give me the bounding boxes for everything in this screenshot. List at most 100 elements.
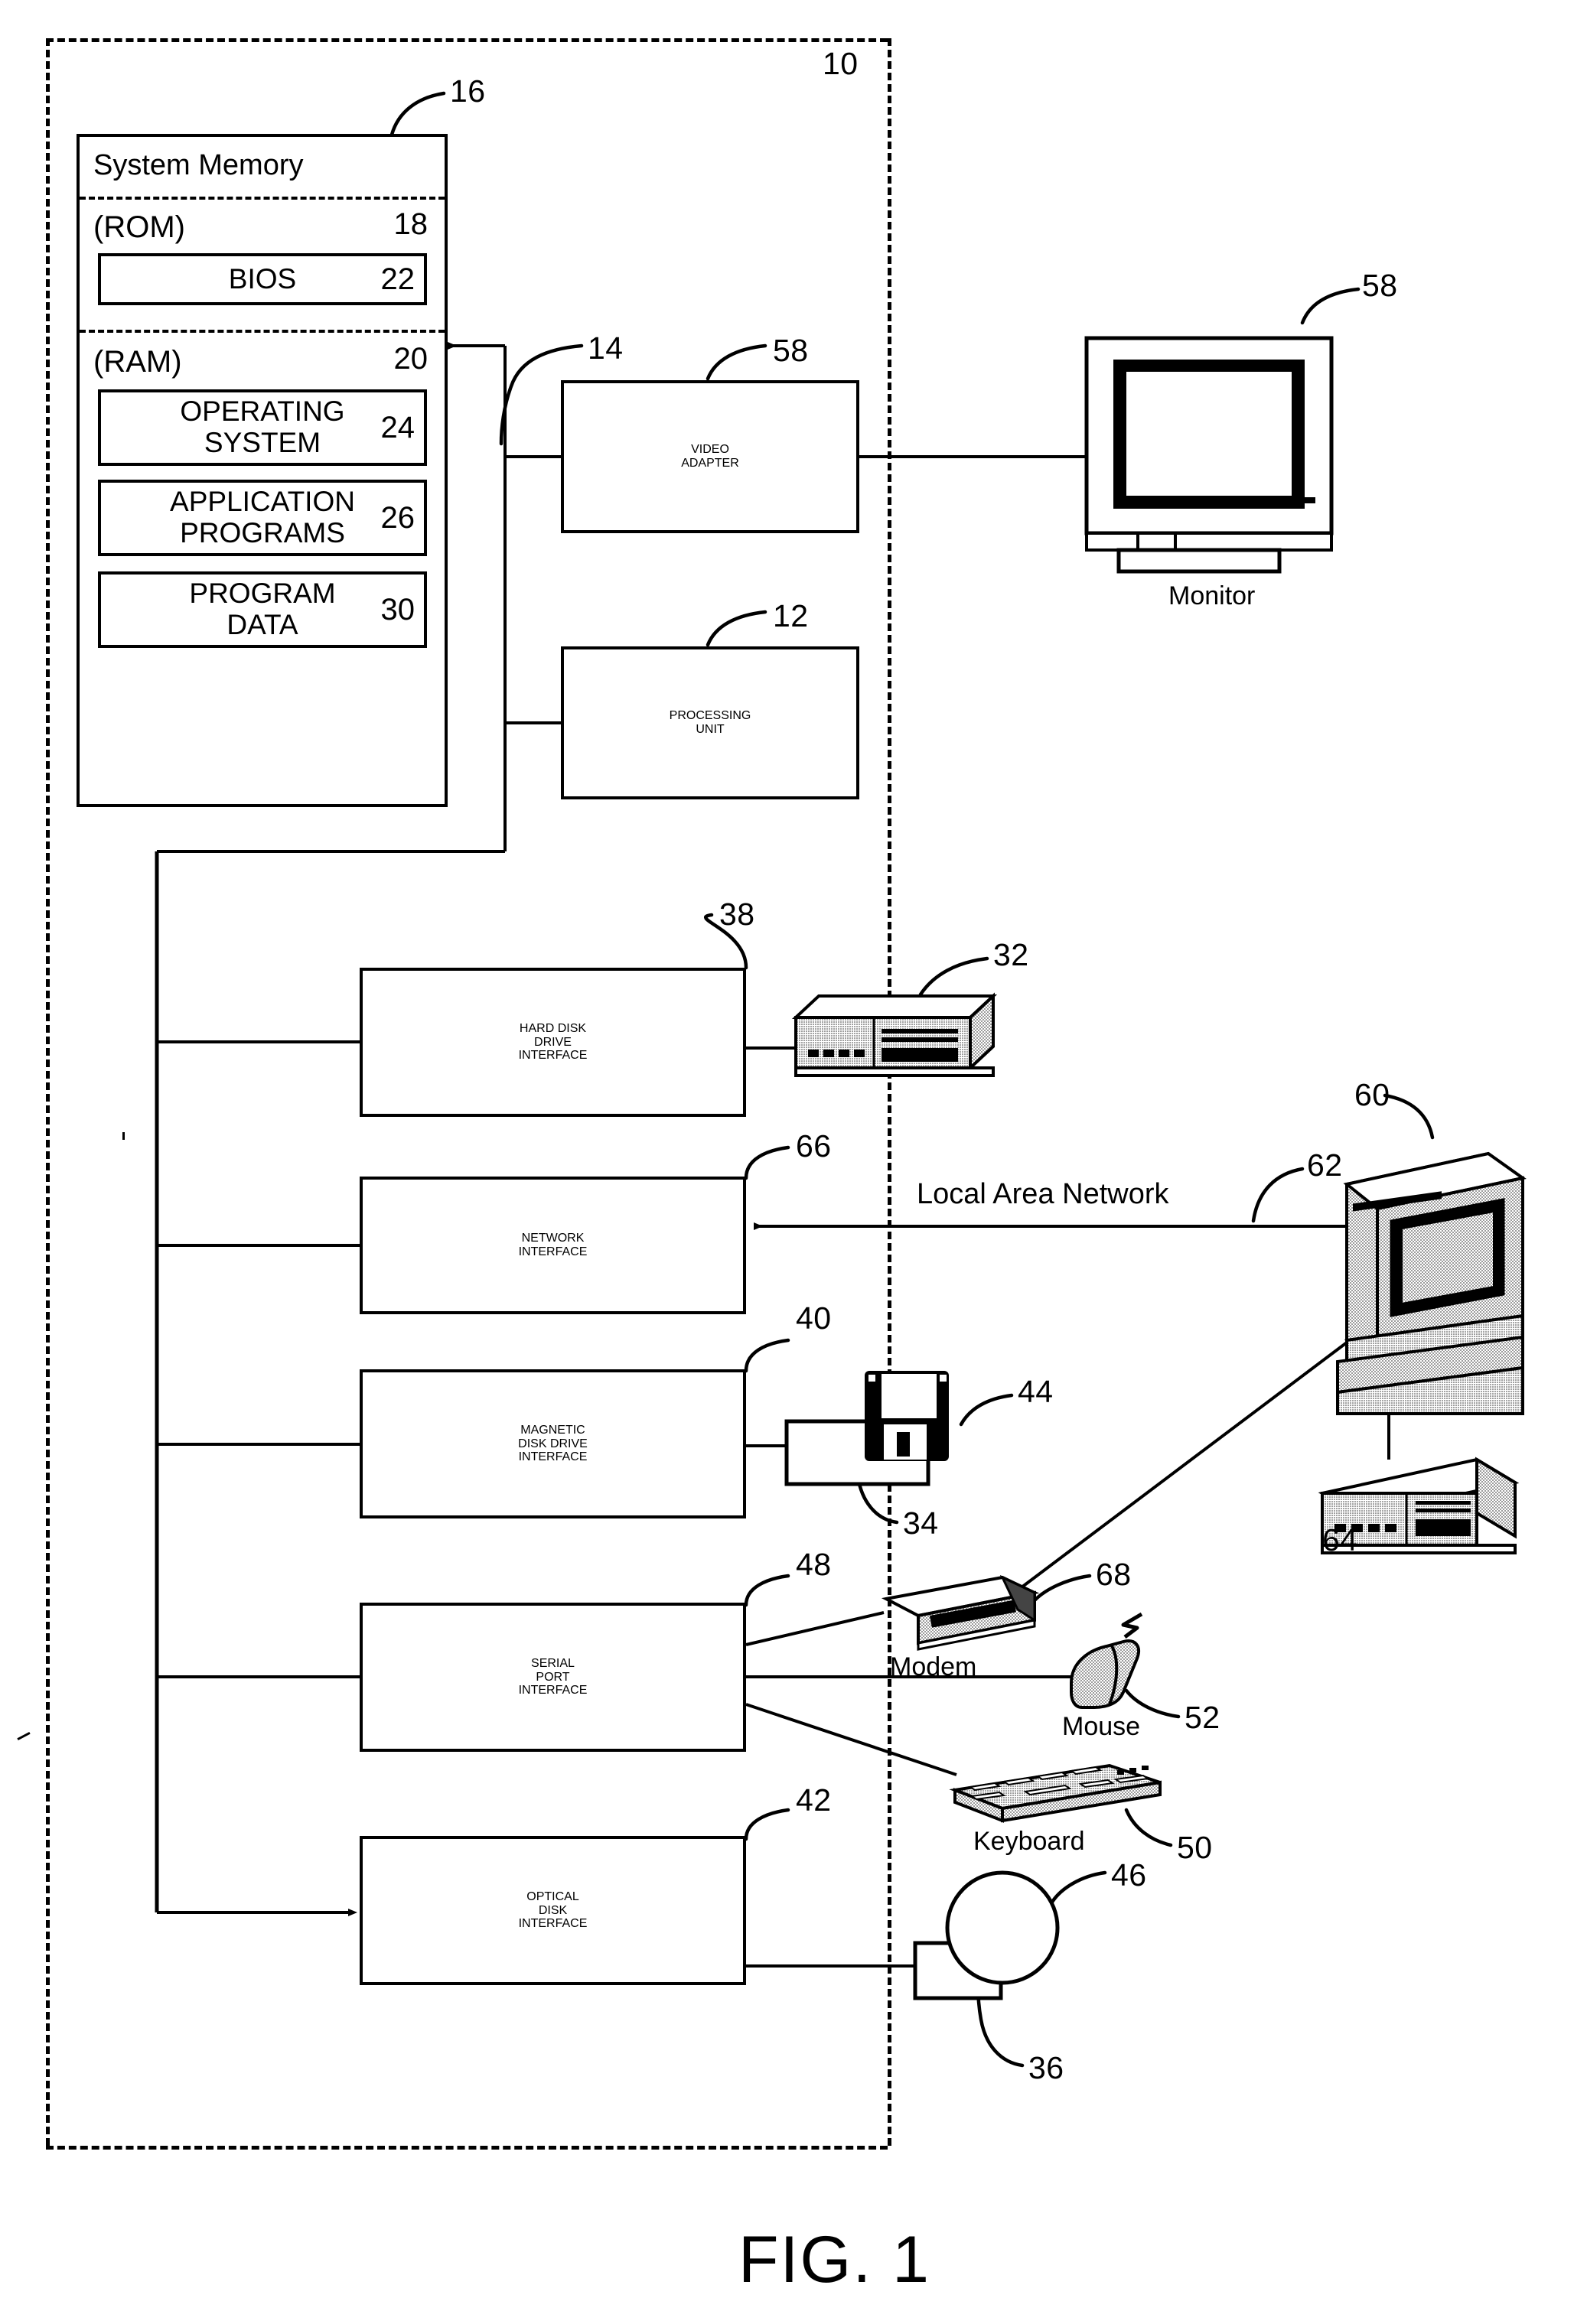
- keyboard-label: Keyboard: [973, 1827, 1085, 1856]
- ref-ram-20: 20: [393, 342, 429, 376]
- os-line-1: OPERATING: [180, 395, 345, 428]
- monitor-label: Monitor: [1168, 581, 1256, 610]
- app-line-2: PROGRAMS: [180, 517, 345, 548]
- ref-keyboard-50: 50: [1177, 1830, 1213, 1865]
- ref-network-interface-66: 66: [796, 1128, 832, 1164]
- program-data-block: PROGRAM DATA 30: [98, 571, 427, 648]
- video-adapter-line-2: ADAPTER: [681, 457, 739, 470]
- hard-disk-drive-graphic: [791, 992, 998, 1077]
- system-boundary-top: [46, 38, 888, 42]
- ref-floppy-disk-44: 44: [1018, 1374, 1054, 1409]
- odi-line-1: OPTICAL: [526, 1889, 579, 1903]
- serial-port-interface-label: SERIAL PORT INTERFACE: [519, 1657, 588, 1698]
- ref-video-adapter-58: 58: [773, 333, 809, 368]
- os-line-2: SYSTEM: [204, 427, 321, 458]
- spi-line-1: SERIAL: [531, 1656, 575, 1670]
- ref-bus-14: 14: [588, 330, 624, 366]
- hdd-line-1: HARD DISK: [519, 1021, 587, 1035]
- pd-line-2: DATA: [226, 609, 298, 640]
- video-adapter-label: VIDEO ADAPTER: [681, 443, 739, 470]
- processing-unit-label: PROCESSING UNIT: [670, 709, 751, 737]
- video-adapter-line-1: VIDEO: [691, 443, 729, 457]
- rom-label: (ROM): [93, 210, 185, 244]
- system-boundary-right: [888, 38, 891, 2146]
- network-interface-block: NETWORK INTERFACE: [360, 1177, 746, 1314]
- ref-monitor-58: 58: [1362, 268, 1398, 303]
- ref-hard-disk-interface-38: 38: [719, 897, 755, 932]
- ref-operating-system-24: 24: [380, 411, 415, 444]
- memory-divider-rom: [80, 197, 445, 200]
- processing-unit-line-1: PROCESSING: [669, 709, 751, 723]
- system-memory-title: System Memory: [93, 149, 304, 181]
- magnetic-disk-interface-label: MAGNETIC DISK DRIVE INTERFACE: [518, 1424, 588, 1465]
- mdd-line-2: DISK DRIVE: [518, 1437, 588, 1450]
- video-adapter-block: VIDEO ADAPTER: [561, 380, 859, 533]
- system-boundary-left: [46, 38, 50, 2146]
- ref-processing-unit-12: 12: [773, 598, 809, 633]
- ref-mouse-52: 52: [1185, 1700, 1220, 1735]
- net-line-1: NETWORK: [521, 1232, 585, 1245]
- optical-disk-interface-label: OPTICAL DISK INTERFACE: [519, 1890, 588, 1932]
- net-line-2: INTERFACE: [518, 1245, 588, 1258]
- mdd-line-1: MAGNETIC: [520, 1423, 585, 1437]
- ref-remote-computer-60: 60: [1354, 1077, 1390, 1112]
- application-programs-block: APPLICATION PROGRAMS 26: [98, 480, 427, 556]
- memory-divider-ram: [80, 330, 445, 333]
- edge-tick-mark-upper: [17, 1731, 31, 1741]
- network-interface-label: NETWORK INTERFACE: [519, 1232, 588, 1259]
- ref-serial-port-interface-48: 48: [796, 1547, 832, 1582]
- app-line-1: APPLICATION: [170, 486, 355, 518]
- ref-optical-disk-interface-42: 42: [796, 1782, 832, 1818]
- spi-line-3: INTERFACE: [518, 1684, 588, 1697]
- ref-bios-22: 22: [380, 262, 415, 296]
- local-area-network-label: Local Area Network: [917, 1178, 1169, 1210]
- mouse-graphic: [1070, 1612, 1143, 1709]
- floppy-disk-graphic: [865, 1371, 949, 1461]
- bios-block: BIOS 22: [98, 253, 427, 305]
- hard-disk-drive-interface-block: HARD DISK DRIVE INTERFACE: [360, 968, 746, 1117]
- odi-line-3: INTERFACE: [518, 1917, 588, 1931]
- ref-magnetic-disk-interface-40: 40: [796, 1300, 832, 1336]
- system-memory-block: System Memory (ROM) 18 BIOS 22 (RAM) 20 …: [77, 134, 448, 807]
- operating-system-label: OPERATING SYSTEM: [180, 395, 345, 458]
- keyboard-graphic: [949, 1763, 1162, 1823]
- modem-graphic: [881, 1574, 1040, 1651]
- optical-disk-graphic: [945, 1870, 1060, 1985]
- odi-line-2: DISK: [538, 1903, 568, 1917]
- serial-port-interface-block: SERIAL PORT INTERFACE: [360, 1603, 746, 1752]
- optical-disk-interface-block: OPTICAL DISK INTERFACE: [360, 1836, 746, 1985]
- ref-optical-drive-36: 36: [1028, 2050, 1064, 2085]
- ref-application-programs-26: 26: [380, 501, 415, 535]
- ref-program-data-30: 30: [380, 593, 415, 627]
- application-programs-label: APPLICATION PROGRAMS: [170, 486, 355, 548]
- ref-modem-68: 68: [1096, 1557, 1132, 1592]
- pd-line-1: PROGRAM: [189, 578, 336, 610]
- remote-computer-graphic: [1336, 1151, 1527, 1415]
- patent-figure-1: 10 System Memory (ROM) 18 BIOS 22 (RAM) …: [0, 0, 1574, 2324]
- ref-rom-18: 18: [393, 207, 429, 241]
- ram-label: (RAM): [93, 345, 182, 379]
- hdd-line-3: INTERFACE: [518, 1049, 588, 1063]
- ref-floppy-drive-34: 34: [903, 1505, 939, 1541]
- magnetic-disk-drive-interface-block: MAGNETIC DISK DRIVE INTERFACE: [360, 1369, 746, 1518]
- monitor-graphic: [1084, 336, 1334, 574]
- processing-unit-block: PROCESSING UNIT: [561, 646, 859, 799]
- mdd-line-3: INTERFACE: [518, 1450, 588, 1464]
- modem-label: Modem: [890, 1652, 977, 1681]
- figure-caption: FIG. 1: [738, 2223, 930, 2296]
- ref-hard-disk-drive-32: 32: [993, 937, 1029, 972]
- operating-system-block: OPERATING SYSTEM 24: [98, 389, 427, 466]
- hard-disk-interface-label: HARD DISK DRIVE INTERFACE: [519, 1022, 588, 1063]
- ref-optical-disk-46: 46: [1111, 1857, 1147, 1893]
- mouse-label: Mouse: [1062, 1712, 1141, 1741]
- hdd-line-2: DRIVE: [534, 1035, 572, 1049]
- bios-label: BIOS: [228, 262, 297, 295]
- ref-local-area-network-62: 62: [1307, 1147, 1343, 1183]
- processing-unit-line-2: UNIT: [696, 723, 725, 736]
- program-data-label: PROGRAM DATA: [189, 578, 335, 640]
- ref-system-memory-16: 16: [450, 73, 486, 109]
- ref-remote-drive-64: 64: [1322, 1522, 1358, 1557]
- floppy-drive-graphic: [784, 1419, 930, 1486]
- spi-line-2: PORT: [536, 1670, 570, 1684]
- ref-system-10: 10: [823, 46, 859, 81]
